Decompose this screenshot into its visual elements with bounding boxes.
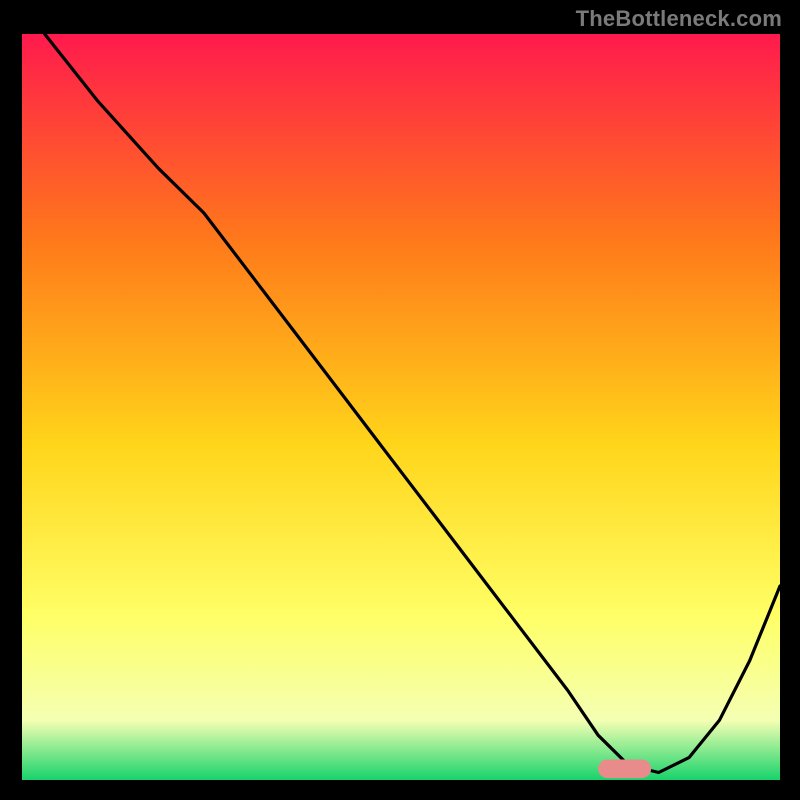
optimal-range-marker: [598, 759, 651, 778]
bottleneck-chart: [0, 0, 800, 800]
plot-background: [22, 34, 780, 780]
chart-stage: TheBottleneck.com: [0, 0, 800, 800]
watermark-text: TheBottleneck.com: [576, 6, 782, 32]
